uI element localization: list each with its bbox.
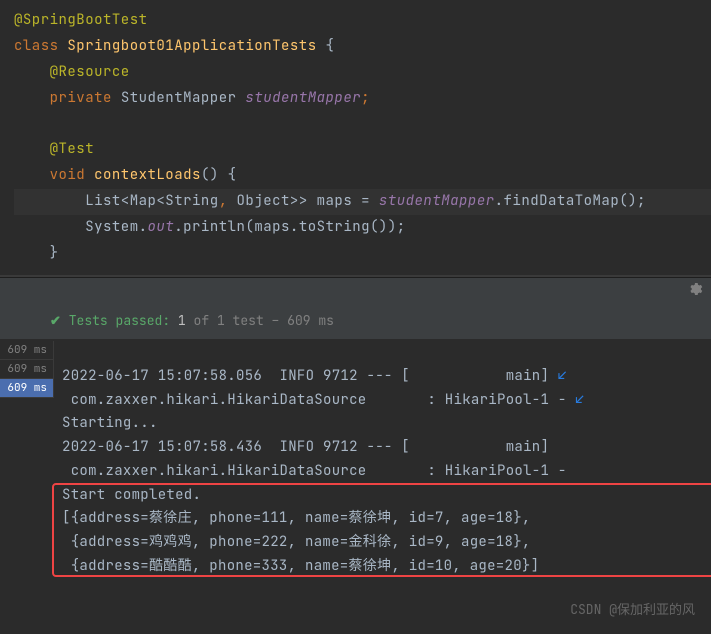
code-line [14, 112, 711, 138]
test-duration-gutter[interactable]: 609 ms 609 ms 609 ms [0, 339, 54, 634]
console-line: [{address=蔡徐庄, phone=111, name=蔡徐坤, id=7… [62, 509, 539, 527]
watermark: CSDN @保加利亚的风 [570, 599, 695, 618]
gutter-duration[interactable]: 609 ms [0, 379, 54, 398]
code-line: void contextLoads() { [14, 163, 711, 189]
console-line: com.zaxxer.hikari.HikariDataSource : Hik… [62, 391, 575, 409]
annotation: @SpringBootTest [14, 11, 148, 29]
gear-icon[interactable] [687, 281, 703, 302]
console-line: 2022-06-17 15:07:58.056 INFO 9712 --- [ … [62, 367, 558, 385]
code-line: System.out.println(maps.toString()); [14, 215, 711, 241]
code-line: @Resource [14, 60, 711, 86]
console-line: Starting... [62, 414, 158, 432]
console-line: Start completed. [62, 486, 201, 504]
status-label: Tests passed: [69, 312, 178, 329]
console-line: 2022-06-17 15:07:58.436 INFO 9712 --- [ … [62, 438, 549, 456]
wrap-arrow-icon: ↙ [558, 367, 567, 385]
console-line: {address=鸡鸡鸡, phone=222, name=金科徐, id=9,… [62, 533, 539, 551]
status-count: 1 [178, 312, 186, 329]
code-line: } [14, 241, 711, 267]
wrap-arrow-icon: ↙ [575, 391, 584, 409]
gutter-duration[interactable]: 609 ms [0, 341, 54, 360]
test-toolbar [0, 278, 711, 306]
code-line: private StudentMapper studentMapper; [14, 86, 711, 112]
code-editor[interactable]: @SpringBootTest class Springboot01Applic… [0, 0, 711, 275]
code-line: @SpringBootTest [14, 8, 711, 34]
console-line: {address=酷酷酷, phone=333, name=蔡徐坤, id=10… [62, 557, 539, 575]
code-line: List<Map<String, Object>> maps = student… [14, 189, 711, 215]
console-line: com.zaxxer.hikari.HikariDataSource : Hik… [62, 462, 575, 480]
console-output[interactable]: 2022-06-17 15:07:58.056 INFO 9712 --- [ … [54, 339, 711, 634]
status-of: of 1 test – 609 ms [194, 312, 334, 329]
checkmark-icon: ✔ [50, 312, 61, 329]
console-panel: 609 ms 609 ms 609 ms 2022-06-17 15:07:58… [0, 339, 711, 634]
code-line: @Test [14, 137, 711, 163]
code-line: class Springboot01ApplicationTests { [14, 34, 711, 60]
gutter-duration[interactable]: 609 ms [0, 360, 54, 379]
test-status-bar: ✔ Tests passed: 1 of 1 test – 609 ms [0, 306, 711, 339]
